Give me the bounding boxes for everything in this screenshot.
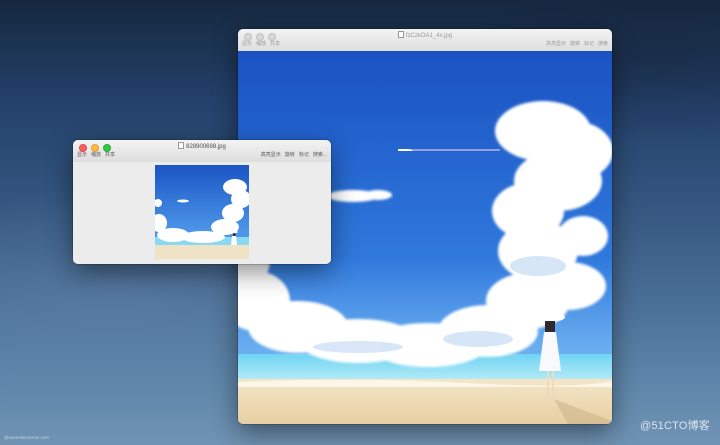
markup-button[interactable]: 标记 xyxy=(584,40,594,47)
document-icon xyxy=(397,31,404,38)
search-button[interactable]: 搜索 xyxy=(598,40,608,47)
toolbar: 显示 缩放 共享 高亮显示 旋转 标记 搜索... xyxy=(77,151,327,158)
search-button[interactable]: 搜索... xyxy=(313,151,327,158)
zoom-tool-button[interactable]: 缩放 xyxy=(91,151,101,158)
view-button[interactable]: 显示 xyxy=(242,40,252,47)
document-icon xyxy=(178,142,185,149)
desktop: { "windows": { "large": { "title": "fzCz… xyxy=(0,0,720,445)
window-title: fzCzkOA1_4x.jpg xyxy=(238,31,612,39)
image-canvas[interactable] xyxy=(73,162,331,264)
watermark-left: @www.MacZoom.com xyxy=(4,435,50,440)
preview-window-small[interactable]: 828900698.jpg 显示 缩放 共享 高亮显示 旋转 标记 搜索... xyxy=(73,140,331,264)
highlight-button[interactable]: 高亮显示 xyxy=(546,40,566,47)
share-button[interactable]: 共享 xyxy=(105,151,115,158)
anime-sky-thumbnail xyxy=(155,165,249,259)
image-thumbnail xyxy=(155,165,249,259)
markup-button[interactable]: 标记 xyxy=(299,151,309,158)
view-button[interactable]: 显示 xyxy=(77,151,87,158)
share-button[interactable]: 共享 xyxy=(270,40,280,47)
rotate-button[interactable]: 旋转 xyxy=(285,151,295,158)
titlebar[interactable]: 828900698.jpg 显示 缩放 共享 高亮显示 旋转 标记 搜索... xyxy=(73,140,331,163)
toolbar-right-group: 高亮显示 旋转 标记 搜索 xyxy=(546,40,608,47)
toolbar-left-group: 显示 缩放 共享 xyxy=(242,40,280,47)
toolbar-right-group: 高亮显示 旋转 标记 搜索... xyxy=(261,151,327,158)
toolbar-left-group: 显示 缩放 共享 xyxy=(77,151,115,158)
rotate-button[interactable]: 旋转 xyxy=(570,40,580,47)
toolbar: 显示 缩放 共享 高亮显示 旋转 标记 搜索 xyxy=(242,40,608,47)
titlebar[interactable]: fzCzkOA1_4x.jpg 显示 缩放 共享 高亮显示 旋转 标记 搜索 xyxy=(238,29,612,52)
window-title: 828900698.jpg xyxy=(73,142,331,150)
watermark-right: @51CTO博客 xyxy=(639,420,710,432)
zoom-tool-button[interactable]: 缩放 xyxy=(256,40,266,47)
highlight-button[interactable]: 高亮显示 xyxy=(261,151,281,158)
